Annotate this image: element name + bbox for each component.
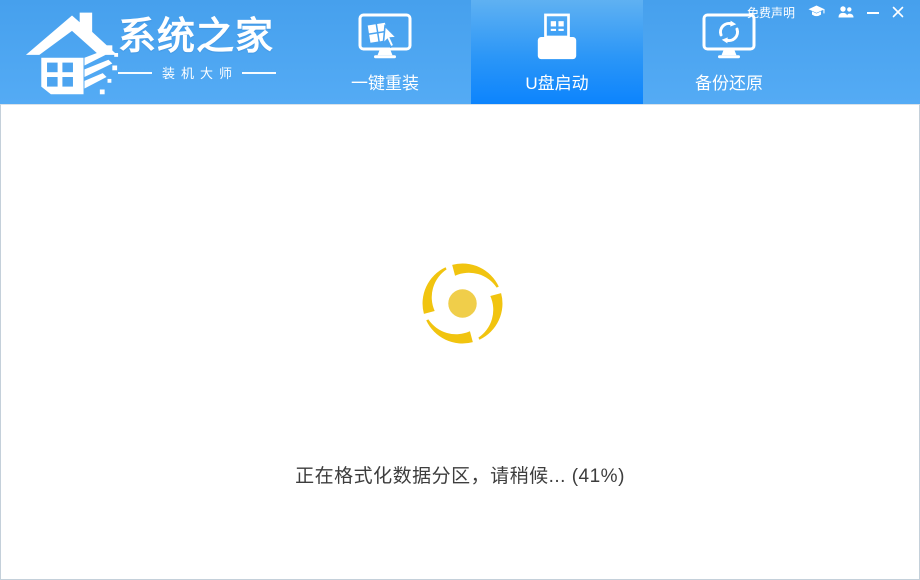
tab-label: 备份还原: [695, 74, 763, 93]
graduation-cap-icon[interactable]: [808, 5, 825, 19]
pixel-house-logo-icon: [25, 12, 119, 95]
monitor-reinstall-icon: [357, 13, 413, 61]
brand-name: 系统之家: [118, 16, 275, 58]
tab-label: U盘启动: [525, 74, 589, 93]
progress-status-text: 正在格式化数据分区，请稍候... (41%): [295, 466, 625, 487]
subtitle-dash-right: [242, 71, 277, 74]
tab-one-key-reinstall[interactable]: 一键重装: [299, 0, 471, 104]
close-button[interactable]: [892, 6, 904, 18]
main-nav-tabs: 一键重装 U盘启动 备份还原: [299, 0, 815, 104]
brand-subtitle-row: 装机大师: [118, 63, 277, 82]
brand-subtitle: 装机大师: [162, 66, 239, 81]
free-disclaimer-link[interactable]: 免费声明: [747, 4, 795, 21]
users-icon[interactable]: [838, 6, 854, 18]
main-content-panel: 正在格式化数据分区，请稍候... (41%): [0, 104, 920, 580]
tab-label: 一键重装: [351, 74, 419, 93]
app-header: 系统之家 装机大师 一键重装 U盘启动 备份还原 免费声明: [0, 0, 920, 104]
loading-spinner-icon: [416, 257, 509, 350]
tab-usb-boot[interactable]: U盘启动: [471, 0, 643, 104]
brand: 系统之家 装机大师: [118, 14, 277, 82]
window-topbar: 免费声明: [747, 4, 904, 20]
usb-drive-icon: [535, 13, 579, 61]
subtitle-dash-left: [118, 71, 152, 74]
minimize-button[interactable]: [867, 7, 879, 17]
